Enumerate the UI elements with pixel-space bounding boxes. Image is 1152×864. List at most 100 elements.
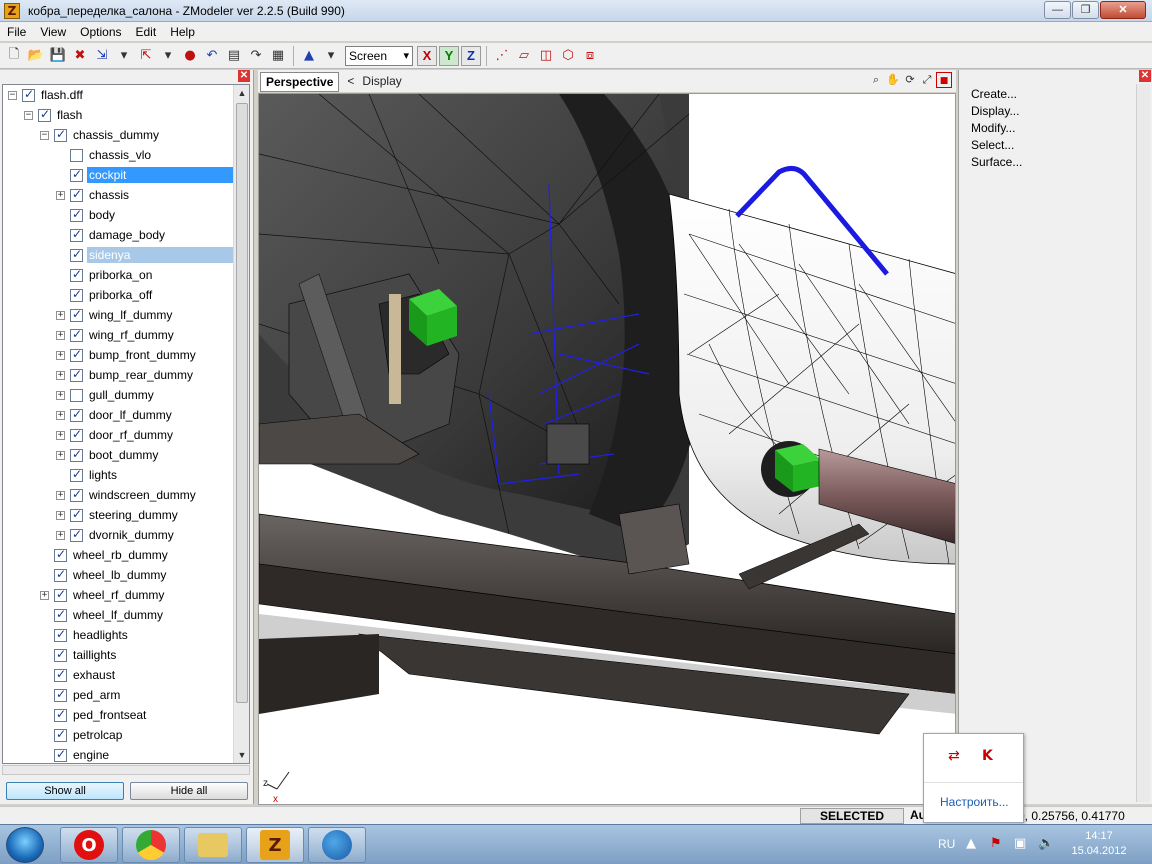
new-file-icon[interactable]: 🗋 <box>4 46 24 66</box>
undo-icon[interactable]: ↶ <box>202 46 222 66</box>
record-icon[interactable]: ● <box>180 46 200 66</box>
menu-view[interactable]: View <box>33 25 73 39</box>
visibility-checkbox[interactable] <box>70 407 83 422</box>
tree-item[interactable]: + gull_dummy <box>56 385 156 405</box>
selected-mode-indicator[interactable]: SELECTED MODE <box>800 808 904 837</box>
export-dropdown-icon[interactable]: ▾ <box>158 46 178 66</box>
import-icon[interactable]: ⇲ <box>92 46 112 66</box>
visibility-checkbox[interactable] <box>70 148 83 162</box>
tree-item[interactable]: + wing_rf_dummy <box>56 325 176 345</box>
tree-item[interactable]: − chassis_dummy <box>40 125 161 145</box>
visibility-checkbox[interactable] <box>70 487 83 502</box>
visibility-checkbox[interactable] <box>54 567 67 582</box>
tree-item[interactable]: engine <box>40 745 111 763</box>
command-panel-close-icon[interactable]: ✕ <box>1139 70 1151 82</box>
visibility-checkbox[interactable] <box>70 247 83 262</box>
tree-item[interactable]: exhaust <box>40 665 117 685</box>
flip-dropdown-icon[interactable]: ▾ <box>321 46 341 66</box>
taskbar-opera[interactable]: O <box>60 827 118 863</box>
expand-icon[interactable]: + <box>40 590 49 600</box>
expand-icon[interactable]: + <box>56 390 65 400</box>
network-tray-icon[interactable]: ⇄ <box>948 748 960 764</box>
visibility-checkbox[interactable] <box>70 527 83 542</box>
tree-item[interactable]: wheel_lb_dummy <box>40 565 168 585</box>
taskbar-explorer[interactable] <box>184 827 242 863</box>
tree-item[interactable]: + wing_lf_dummy <box>56 305 174 325</box>
collapse-icon[interactable]: − <box>8 90 17 100</box>
visibility-checkbox[interactable] <box>22 87 35 102</box>
customize-link[interactable]: Настроить... <box>940 795 1009 809</box>
expand-icon[interactable]: + <box>56 330 65 340</box>
command-panel-scrollbar[interactable] <box>1136 84 1150 802</box>
delete-icon[interactable]: ✖ <box>70 46 90 66</box>
scroll-up-icon[interactable]: ▲ <box>234 85 249 101</box>
tree-item[interactable]: priborka_on <box>56 265 154 285</box>
taskbar-chrome[interactable] <box>122 827 180 863</box>
viewport-tab-perspective[interactable]: Perspective <box>260 72 340 92</box>
visibility-checkbox[interactable] <box>70 367 83 382</box>
tree-item[interactable]: headlights <box>40 625 130 645</box>
tree-item[interactable]: sidenya <box>56 245 233 265</box>
language-indicator[interactable]: RU <box>938 837 955 851</box>
texture-icon[interactable]: ▦ <box>268 46 288 66</box>
tree-item[interactable]: − flash <box>24 105 84 125</box>
object-mode-icon[interactable]: ◫ <box>536 46 556 66</box>
visibility-checkbox[interactable] <box>70 267 83 282</box>
expand-icon[interactable]: + <box>56 410 65 420</box>
surface-command[interactable]: Surface... <box>971 155 1022 169</box>
collapse-icon[interactable]: − <box>40 130 49 140</box>
select-command[interactable]: Select... <box>971 138 1014 152</box>
show-hidden-icons[interactable]: ▲ <box>966 836 976 851</box>
expand-icon[interactable]: + <box>56 190 65 200</box>
tree-item[interactable]: petrolcap <box>40 725 124 745</box>
open-folder-icon[interactable]: 📂 <box>26 46 46 66</box>
visibility-checkbox[interactable] <box>70 507 83 522</box>
taskbar-globe[interactable] <box>308 827 366 863</box>
tree-item[interactable]: ped_frontseat <box>40 705 148 725</box>
display-crumb-arrow[interactable]: < <box>347 74 354 88</box>
visibility-checkbox[interactable] <box>54 747 67 762</box>
close-button[interactable]: ✕ <box>1100 1 1146 19</box>
perspective-viewport[interactable]: z x <box>258 93 956 805</box>
system-clock[interactable]: 14:17 15.04.2012 <box>1066 829 1132 859</box>
hide-all-button[interactable]: Hide all <box>130 782 248 800</box>
menu-edit[interactable]: Edit <box>129 25 164 39</box>
visibility-checkbox[interactable] <box>70 427 83 442</box>
tree-item[interactable]: + bump_rear_dummy <box>56 365 195 385</box>
tree-item[interactable]: chassis_vlo <box>56 145 153 165</box>
save-icon[interactable]: 💾 <box>48 46 68 66</box>
scroll-down-icon[interactable]: ▼ <box>234 747 249 763</box>
collapse-icon[interactable]: − <box>24 110 33 120</box>
tree-item[interactable]: lights <box>56 465 119 485</box>
create-command[interactable]: Create... <box>971 87 1017 101</box>
visibility-checkbox[interactable] <box>54 667 67 682</box>
tree-panel-close-icon[interactable]: ✕ <box>238 70 250 82</box>
tree-item[interactable]: + bump_front_dummy <box>56 345 198 365</box>
export-icon[interactable]: ⇱ <box>136 46 156 66</box>
visibility-checkbox[interactable] <box>70 207 83 222</box>
axis-y-button[interactable]: Y <box>439 45 459 66</box>
visibility-checkbox[interactable] <box>38 107 51 122</box>
menu-file[interactable]: File <box>0 25 33 39</box>
visibility-checkbox[interactable] <box>70 227 83 242</box>
tree-item[interactable]: + door_lf_dummy <box>56 405 174 425</box>
axis-z-button[interactable]: Z <box>461 45 481 66</box>
tree-item[interactable]: cockpit <box>56 165 233 185</box>
tree-item[interactable]: − flash.dff <box>8 85 85 105</box>
viewport-close-icon[interactable]: ■ <box>936 72 952 88</box>
maximize-viewport-icon[interactable]: ⤢ <box>919 72 935 88</box>
visibility-checkbox[interactable] <box>54 647 67 662</box>
view-select[interactable]: Screen <box>345 45 413 66</box>
visibility-checkbox[interactable] <box>70 307 83 322</box>
scroll-thumb[interactable] <box>236 103 248 703</box>
flip-icon[interactable]: ▲ <box>299 46 319 66</box>
zmodeler-app-icon[interactable]: Z <box>4 2 20 19</box>
pan-hand-icon[interactable]: ✋ <box>885 72 901 88</box>
modify-command[interactable]: Modify... <box>971 121 1015 135</box>
tree-item[interactable]: + door_rf_dummy <box>56 425 175 445</box>
zoom-icon[interactable]: ⌕ <box>868 72 884 88</box>
expand-icon[interactable]: + <box>56 450 65 460</box>
vertex-mode-icon[interactable]: ⋰ <box>492 46 512 66</box>
taskbar-zmodeler[interactable]: Z <box>246 827 304 863</box>
tree-item[interactable]: + windscreen_dummy <box>56 485 198 505</box>
